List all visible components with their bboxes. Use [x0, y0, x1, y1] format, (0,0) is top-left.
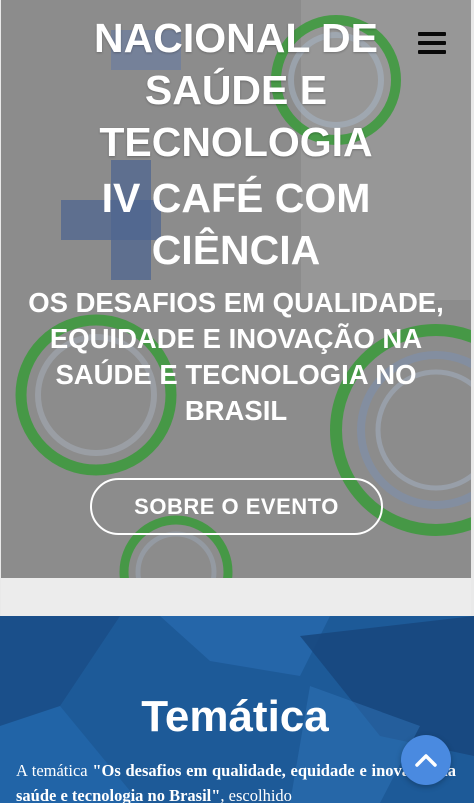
event-name: IV CAFÉ COM CIÊNCIA [1, 172, 471, 276]
hero-subtitle: OS DESAFIOS EM QUALIDADE, EQUIDADE E INO… [28, 287, 444, 426]
hero-title: NACIONAL DE SAÚDE E TECNOLOGIA [1, 12, 471, 168]
hero-section: NACIONAL DE SAÚDE E TECNOLOGIA IV CAFÉ C… [1, 0, 471, 578]
tematica-text-prefix: A temática [16, 761, 93, 780]
section-divider [1, 578, 471, 616]
hamburger-menu-icon[interactable] [418, 32, 446, 56]
hero-title-line-1: NACIONAL DE [94, 15, 378, 61]
event-name-line-1: IV CAFÉ COM [101, 175, 371, 221]
hero-title-line-3: TECNOLOGIA [99, 119, 373, 165]
event-name-line-2: CIÊNCIA [151, 227, 321, 273]
about-event-button[interactable]: SOBRE O EVENTO [90, 478, 383, 535]
tematica-text-suffix: , escolhido [220, 786, 292, 803]
tematica-title: Temática [141, 692, 329, 741]
tematica-text: A temática "Os desafios em qualidade, eq… [16, 758, 456, 803]
scroll-to-top-button[interactable] [401, 735, 451, 785]
tematica-section: Temática A temática "Os desafios em qual… [0, 616, 474, 803]
hero-content: NACIONAL DE SAÚDE E TECNOLOGIA IV CAFÉ C… [1, 0, 471, 578]
chevron-up-icon [415, 754, 437, 767]
hero-title-line-2: SAÚDE E [144, 67, 328, 113]
